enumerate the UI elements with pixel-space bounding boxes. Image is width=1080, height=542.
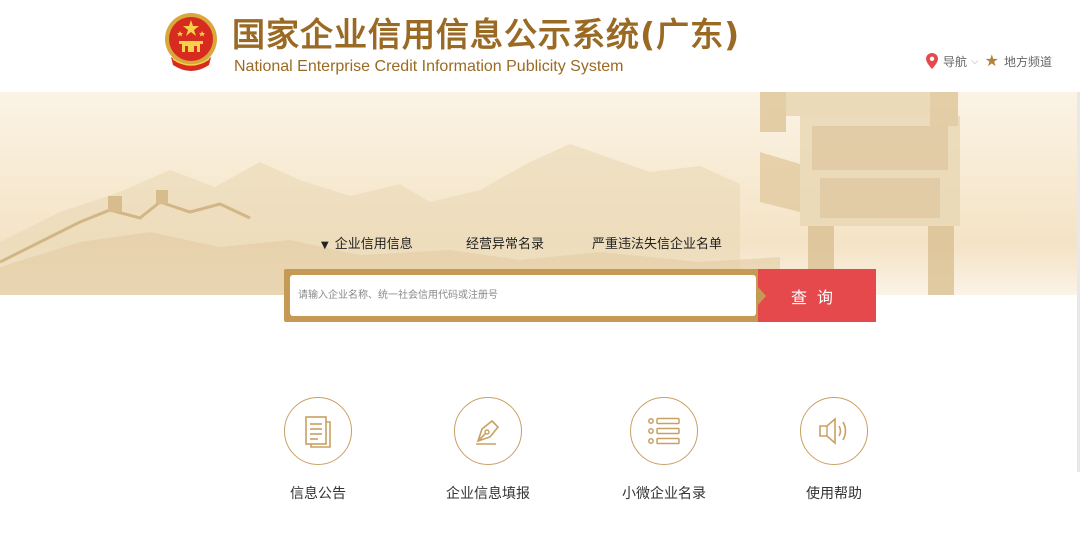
star-icon: ★ — [984, 51, 999, 70]
search-button[interactable]: 查询 — [758, 269, 876, 322]
caret-down-icon: ▼ — [321, 240, 329, 251]
site-title: 国家企业信用信息公示系统(广东) — [232, 15, 741, 54]
tab-abnormal-list[interactable]: 经营异常名录 — [466, 236, 544, 254]
search-tabs: ▼ 企业信用信息 经营异常名录 严重违法失信企业名单 — [0, 236, 1080, 254]
pen-icon — [476, 419, 500, 445]
search-input[interactable] — [290, 275, 756, 316]
chevron-down-icon[interactable]: ⌵ — [971, 56, 979, 67]
site-header: 国家企业信用信息公示系统(广东) National Enterprise Cre… — [0, 0, 1080, 92]
feature-small-micro-list[interactable]: 小微企业名录 — [594, 397, 734, 503]
top-nav: 导航 ⌵ ★ 地方频道 — [926, 52, 1052, 70]
feature-info-announcement[interactable]: 信息公告 — [248, 397, 388, 503]
tab-dishonest-list[interactable]: 严重违法失信企业名单 — [592, 236, 722, 254]
feature-label: 小微企业名录 — [622, 486, 706, 502]
speaker-icon — [819, 417, 847, 445]
feature-label: 使用帮助 — [806, 486, 862, 502]
tab-enterprise-credit[interactable]: ▼ 企业信用信息 — [321, 236, 413, 255]
site-subtitle: National Enterprise Credit Information P… — [234, 58, 624, 75]
document-icon — [305, 416, 331, 448]
list-icon — [648, 417, 680, 445]
great-wall-illustration — [0, 92, 960, 295]
local-channel-link[interactable]: 地方频道 — [1004, 53, 1052, 70]
location-pin-icon — [926, 53, 938, 69]
feature-help[interactable]: 使用帮助 — [764, 397, 904, 503]
feature-label: 信息公告 — [290, 486, 346, 502]
national-emblem-icon — [165, 13, 217, 71]
feature-label: 企业信息填报 — [446, 486, 530, 502]
hero-banner — [0, 92, 1080, 295]
nav-link[interactable]: 导航 — [943, 53, 967, 70]
feature-enterprise-report[interactable]: 企业信息填报 — [418, 397, 558, 503]
